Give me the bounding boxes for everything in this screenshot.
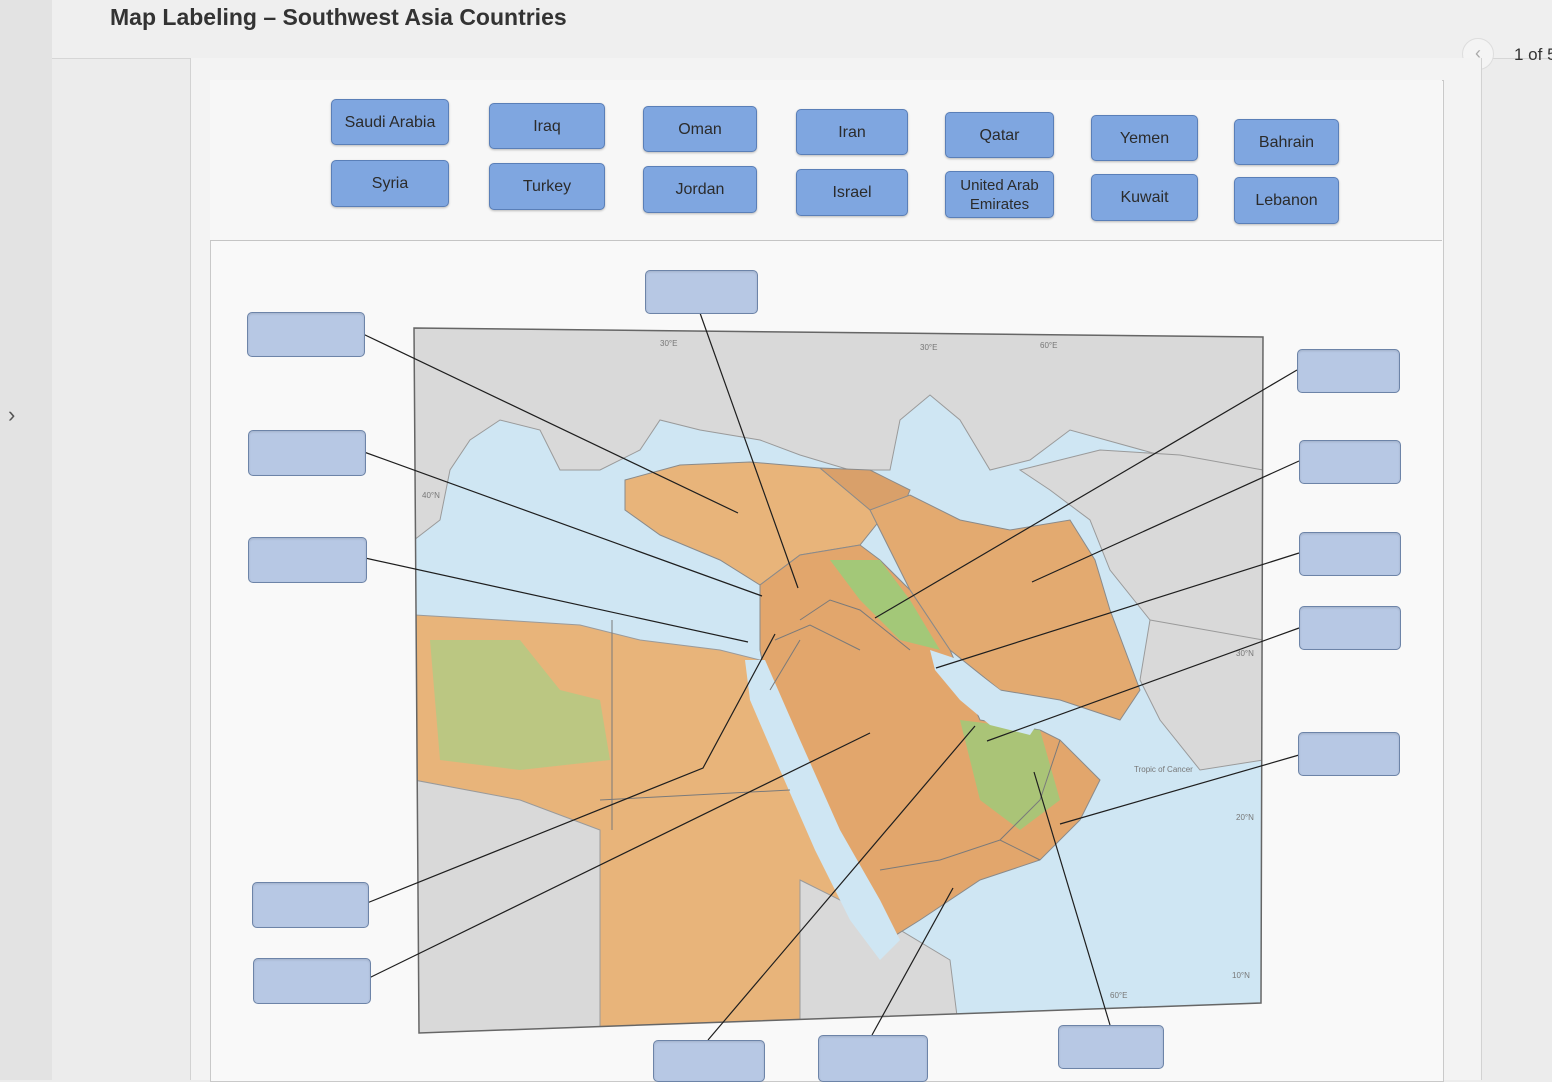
map-label-lat-20: 20°N bbox=[1236, 813, 1254, 822]
drop-target-3[interactable] bbox=[248, 430, 366, 476]
map-label-lat-10: 10°N bbox=[1232, 971, 1250, 980]
map-label-tropic: Tropic of Cancer bbox=[1134, 765, 1193, 774]
drop-target-10[interactable] bbox=[1299, 606, 1401, 650]
drop-target-4[interactable] bbox=[248, 537, 367, 583]
drop-target-14[interactable] bbox=[1058, 1025, 1164, 1069]
drop-target-9[interactable] bbox=[1299, 532, 1401, 576]
map-label-lon-60: 60°E bbox=[1040, 341, 1057, 350]
map-label-lon-60b: 60°E bbox=[1110, 991, 1127, 1000]
drop-target-8[interactable] bbox=[1299, 440, 1401, 484]
drop-target-13[interactable] bbox=[818, 1035, 928, 1082]
map-label-lat-40: 40°N bbox=[422, 491, 440, 500]
drop-target-1[interactable] bbox=[645, 270, 758, 314]
map-label-lat-30: 30°N bbox=[1236, 649, 1254, 658]
map-label-lon-30: 30°E bbox=[660, 339, 677, 348]
drop-target-2[interactable] bbox=[247, 312, 365, 357]
drop-target-12[interactable] bbox=[653, 1040, 765, 1082]
map-label-lon-45: 30°E bbox=[920, 343, 937, 352]
drop-target-6[interactable] bbox=[253, 958, 371, 1004]
drop-target-11[interactable] bbox=[1298, 732, 1400, 776]
drop-target-7[interactable] bbox=[1297, 349, 1400, 393]
drop-target-5[interactable] bbox=[252, 882, 369, 928]
